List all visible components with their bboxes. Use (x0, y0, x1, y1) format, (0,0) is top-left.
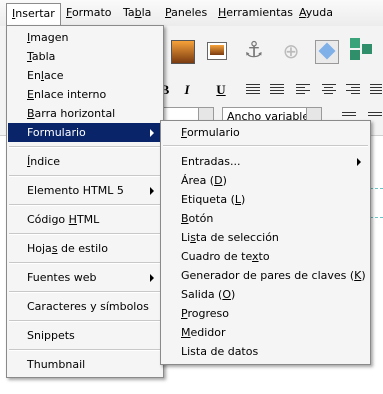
justify-icon[interactable] (370, 84, 382, 95)
table-blocks-icon[interactable] (350, 38, 372, 60)
menu-separator (9, 262, 161, 264)
menu-item-elemento-html5[interactable]: Elemento HTML 5 (8, 181, 162, 200)
menu-item-imagen[interactable]: Imagen (8, 28, 162, 47)
submenu-arrow-icon (150, 274, 154, 282)
submenu-item-lista-seleccion[interactable]: Lista de selección (162, 228, 369, 247)
submenu-item-entradas[interactable]: Entradas... (162, 152, 369, 171)
link-icon[interactable]: ⊕ (280, 40, 302, 62)
menu-ayuda[interactable]: Ayuda (294, 3, 338, 23)
guide-line (370, 217, 383, 218)
menu-item-indice[interactable]: Índice (8, 152, 162, 171)
unordered-list-icon[interactable] (246, 84, 260, 95)
menu-item-fuentes-web[interactable]: Fuentes web (8, 268, 162, 287)
menu-separator (9, 291, 161, 293)
menu-formato[interactable]: Formato (61, 3, 117, 23)
submenu-item-salida[interactable]: Salida (O) (162, 285, 369, 304)
menu-item-enlace-interno[interactable]: Enlace interno (8, 85, 162, 104)
image-icon[interactable] (171, 40, 195, 64)
submenu-item-boton[interactable]: Botón (162, 209, 369, 228)
submenu-item-lista-datos[interactable]: Lista de datos (162, 342, 369, 361)
submenu-item-etiqueta[interactable]: Etiqueta (L) (162, 190, 369, 209)
menu-separator (163, 145, 368, 147)
ordered-list-icon[interactable] (270, 84, 284, 95)
menu-item-thumbnail[interactable]: Thumbnail (8, 355, 162, 374)
align-center-icon[interactable] (322, 84, 336, 95)
menu-item-codigo-html[interactable]: Código HTML (8, 210, 162, 229)
guide-line (370, 188, 383, 189)
italic-button[interactable]: I (178, 80, 196, 100)
menu-paneles[interactable]: Paneles (160, 3, 212, 23)
menu-separator (9, 349, 161, 351)
menu-separator (9, 175, 161, 177)
menu-item-snippets[interactable]: Snippets (8, 326, 162, 345)
underline-button[interactable]: U (212, 80, 230, 100)
menu-separator (9, 146, 161, 148)
menu-separator (9, 320, 161, 322)
submenu-item-progreso[interactable]: Progreso (162, 304, 369, 323)
menu-item-hojas-de-estilo[interactable]: Hojas de estilo (8, 239, 162, 258)
anchor-icon[interactable]: ⚓ (243, 40, 265, 62)
form-submenu: Formulario Entradas... Área (D) Etiqueta… (160, 120, 371, 365)
menu-item-barra-horizontal[interactable]: Barra horizontal (8, 104, 162, 123)
submenu-item-formulario[interactable]: Formulario (162, 123, 369, 142)
menu-item-enlace[interactable]: Enlace (8, 66, 162, 85)
submenu-item-medidor[interactable]: Medidor (162, 323, 369, 342)
image-gallery-icon[interactable] (206, 40, 228, 62)
submenu-arrow-icon (150, 187, 154, 195)
insert-menu: Imagen Tabla Enlace Enlace interno Barra… (6, 25, 164, 378)
submenu-arrow-icon (357, 158, 361, 166)
menu-separator (9, 233, 161, 235)
submenu-item-cuadro-texto[interactable]: Cuadro de texto (162, 247, 369, 266)
menu-separator (9, 204, 161, 206)
menu-bar: Insertar Formato Tabla Paneles Herramien… (0, 0, 383, 27)
submenu-item-area[interactable]: Área (D) (162, 171, 369, 190)
align-left-icon[interactable] (296, 84, 310, 95)
submenu-item-generador-claves[interactable]: Generador de pares de claves (K) (162, 266, 369, 285)
menu-tabla[interactable]: Tabla (118, 3, 156, 23)
menu-insertar[interactable]: Insertar (6, 3, 61, 26)
menu-item-formulario[interactable]: Formulario (8, 123, 162, 142)
edit-image-icon[interactable] (315, 40, 339, 64)
align-right-icon[interactable] (346, 84, 360, 95)
menu-item-tabla[interactable]: Tabla (8, 47, 162, 66)
menu-item-caracteres-simbolos[interactable]: Caracteres y símbolos (8, 297, 162, 316)
menu-herramientas[interactable]: Herramientas (213, 3, 298, 23)
submenu-arrow-icon (150, 129, 154, 137)
